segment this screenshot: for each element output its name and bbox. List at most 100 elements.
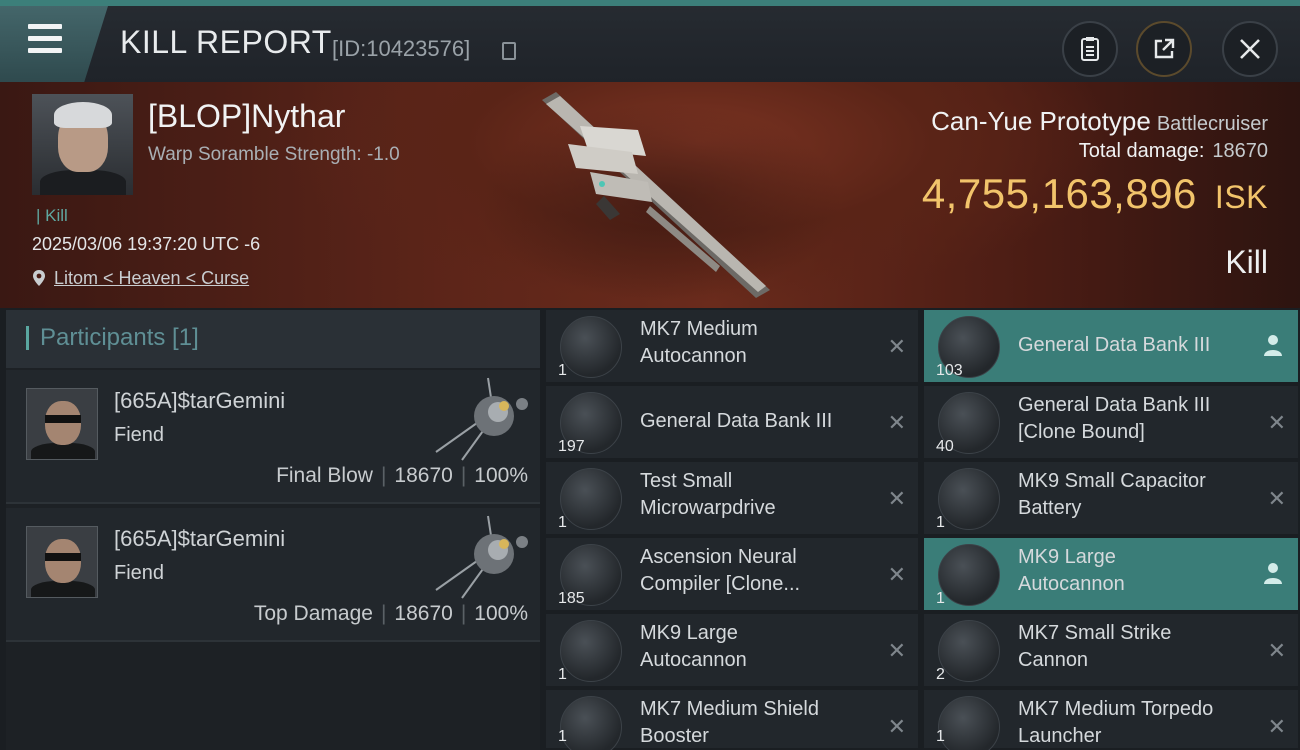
item-quantity: 1 bbox=[558, 728, 567, 745]
copy-icon[interactable] bbox=[502, 42, 516, 60]
menu-button[interactable] bbox=[0, 6, 108, 82]
item-name: Ascension Neural Compiler [Clone... bbox=[640, 544, 870, 598]
destroyed-icon: ✕ bbox=[887, 334, 906, 359]
item-general-data-bank-clone-bound[interactable]: 40 General Data Bank III [Clone Bound] ✕ bbox=[924, 386, 1298, 460]
participants-title: Participants [1] bbox=[40, 324, 199, 351]
item-general-data-bank[interactable]: 103 General Data Bank III bbox=[924, 310, 1298, 384]
item-name: MK7 Medium Shield Booster bbox=[640, 696, 870, 750]
participant-ship: Fiend bbox=[114, 424, 165, 446]
item-name-line1: Test Small bbox=[640, 470, 733, 492]
avatar-suit bbox=[31, 443, 95, 459]
dropped-person-icon bbox=[1264, 335, 1282, 356]
item-name-line1: MK7 Medium Torpedo bbox=[1018, 698, 1214, 720]
participant-row[interactable]: [665A]$tarGemini Fiend Final Blow | 18670 |… bbox=[6, 370, 540, 504]
item-quantity: 197 bbox=[558, 438, 585, 455]
item-name-line2: Compiler [Clone... bbox=[640, 573, 801, 595]
item-name-line2: Cannon bbox=[1018, 649, 1089, 671]
item-mk7-medium-torpedo-launcher[interactable]: 1 MK7 Medium Torpedo Launcher ✕ bbox=[924, 690, 1298, 750]
avatar-face bbox=[45, 401, 81, 445]
item-quantity: 1 bbox=[936, 590, 945, 607]
item-mk7-medium-shield-booster[interactable]: 1 MK7 Medium Shield Booster ✕ bbox=[546, 690, 918, 750]
participant-damage: 18670 bbox=[394, 602, 453, 625]
item-quantity: 1 bbox=[558, 666, 567, 683]
menu-icon-bar bbox=[28, 36, 62, 41]
destroyed-icon: ✕ bbox=[1267, 714, 1286, 739]
close-icon bbox=[1240, 39, 1260, 59]
item-mk7-small-strike-cannon[interactable]: 2 MK7 Small Strike Cannon ✕ bbox=[924, 614, 1298, 688]
share-button[interactable] bbox=[1136, 21, 1192, 77]
ship-render bbox=[542, 92, 770, 298]
participants-header: Participants [1] bbox=[6, 310, 540, 368]
dropped-person-icon bbox=[1264, 563, 1282, 584]
autocannon-icon bbox=[560, 620, 622, 682]
avatar-glasses bbox=[45, 415, 81, 423]
item-quantity: 1 bbox=[558, 514, 567, 531]
item-test-small-microwarpdrive[interactable]: 1 Test Small Microwarpdrive ✕ bbox=[546, 462, 918, 536]
total-damage-value: 18670 bbox=[1212, 140, 1268, 162]
item-mk9-large-autocannon[interactable]: 1 MK9 Large Autocannon bbox=[924, 538, 1298, 612]
divider: | bbox=[380, 464, 387, 487]
result-label: Kill bbox=[1225, 244, 1268, 280]
menu-icon bbox=[28, 24, 62, 29]
destroyed-icon: ✕ bbox=[887, 410, 906, 435]
total-damage: Total damage: 18670 bbox=[1079, 140, 1268, 163]
item-name-line1: MK7 Small Strike bbox=[1018, 622, 1172, 644]
item-general-data-bank[interactable]: 197 General Data Bank III ✕ bbox=[546, 386, 918, 460]
clipboard-button[interactable] bbox=[1062, 21, 1118, 77]
item-name-line2: Battery bbox=[1018, 497, 1082, 519]
item-name: MK9 Large Autocannon bbox=[1018, 544, 1248, 598]
participant-percent: 100% bbox=[474, 602, 528, 625]
autocannon-icon bbox=[560, 316, 622, 378]
participant-stats: Final Blow | 18670 | 100% bbox=[276, 464, 528, 488]
participant-name[interactable]: [665A]$tarGemini bbox=[114, 526, 285, 552]
item-mk9-small-capacitor-battery[interactable]: 1 MK9 Small Capacitor Battery ✕ bbox=[924, 462, 1298, 536]
item-name-line2: [Clone Bound] bbox=[1018, 421, 1145, 443]
participant-damage: 18670 bbox=[394, 464, 453, 487]
item-name-line1: MK9 Large bbox=[1018, 546, 1116, 568]
participant-stats: Top Damage | 18670 | 100% bbox=[254, 602, 528, 626]
close-button[interactable] bbox=[1222, 21, 1278, 77]
menu-icon-bar bbox=[28, 48, 62, 53]
destroyed-icon: ✕ bbox=[1267, 410, 1286, 435]
header-accent bbox=[26, 326, 29, 350]
item-name: General Data Bank III bbox=[1018, 334, 1211, 356]
item-name-line1: Ascension Neural bbox=[640, 546, 797, 568]
item-ascension-neural-compiler[interactable]: 185 Ascension Neural Compiler [Clone... ✕ bbox=[546, 538, 918, 612]
participant-name[interactable]: [665A]$tarGemini bbox=[114, 388, 285, 414]
participant-ship: Fiend bbox=[114, 562, 165, 584]
item-name-line2: Launcher bbox=[1018, 725, 1102, 747]
item-mk9-large-autocannon[interactable]: 1 MK9 Large Autocannon ✕ bbox=[546, 614, 918, 688]
item-name-line2: Autocannon bbox=[640, 649, 747, 671]
item-name-line2: Booster bbox=[640, 725, 709, 747]
fiend-ship-icon bbox=[435, 377, 528, 461]
participant-row[interactable]: [665A]$tarGemini Fiend Top Damage | 18670 |… bbox=[6, 508, 540, 642]
location-link[interactable]: Litom < Heaven < Curse bbox=[54, 268, 249, 289]
avatar-suit bbox=[31, 581, 95, 597]
capacitor-battery-icon bbox=[938, 468, 1000, 530]
autocannon-icon bbox=[938, 544, 1000, 606]
divider: | bbox=[460, 602, 467, 625]
destroyed-icon: ✕ bbox=[887, 562, 906, 587]
item-name-line1: MK9 Small Capacitor bbox=[1018, 470, 1206, 492]
microwarpdrive-icon bbox=[560, 468, 622, 530]
header-bar: KILL REPORT [ID:10423576] bbox=[0, 0, 1300, 82]
avatar-glasses bbox=[45, 553, 81, 561]
ship-name[interactable]: Can-Yue Prototype Battlecruiser bbox=[931, 106, 1268, 137]
item-name: MK9 Large Autocannon bbox=[640, 620, 870, 674]
participant-role: Top Damage bbox=[253, 602, 373, 625]
victim-name[interactable]: [BLOP]Nythar bbox=[148, 98, 345, 135]
clipboard-icon bbox=[1081, 37, 1099, 61]
item-name-line1: MK7 Medium Shield bbox=[640, 698, 819, 720]
avatar-face bbox=[45, 539, 81, 583]
item-quantity: 40 bbox=[936, 438, 954, 455]
victim-portrait[interactable] bbox=[32, 94, 133, 195]
item-mk7-medium-autocannon[interactable]: 1 MK7 Medium Autocannon ✕ bbox=[546, 310, 918, 384]
portrait-suit bbox=[40, 170, 126, 195]
divider: | bbox=[460, 464, 467, 487]
participant-avatar[interactable] bbox=[26, 388, 98, 460]
portrait-hair bbox=[54, 102, 112, 128]
participant-avatar[interactable] bbox=[26, 526, 98, 598]
victim-summary: [BLOP]Nythar Warp Soramble Strength: -1.… bbox=[0, 82, 1300, 308]
isk-amount: 4,755,163,896 bbox=[921, 170, 1197, 217]
location-pin-icon bbox=[33, 270, 45, 286]
